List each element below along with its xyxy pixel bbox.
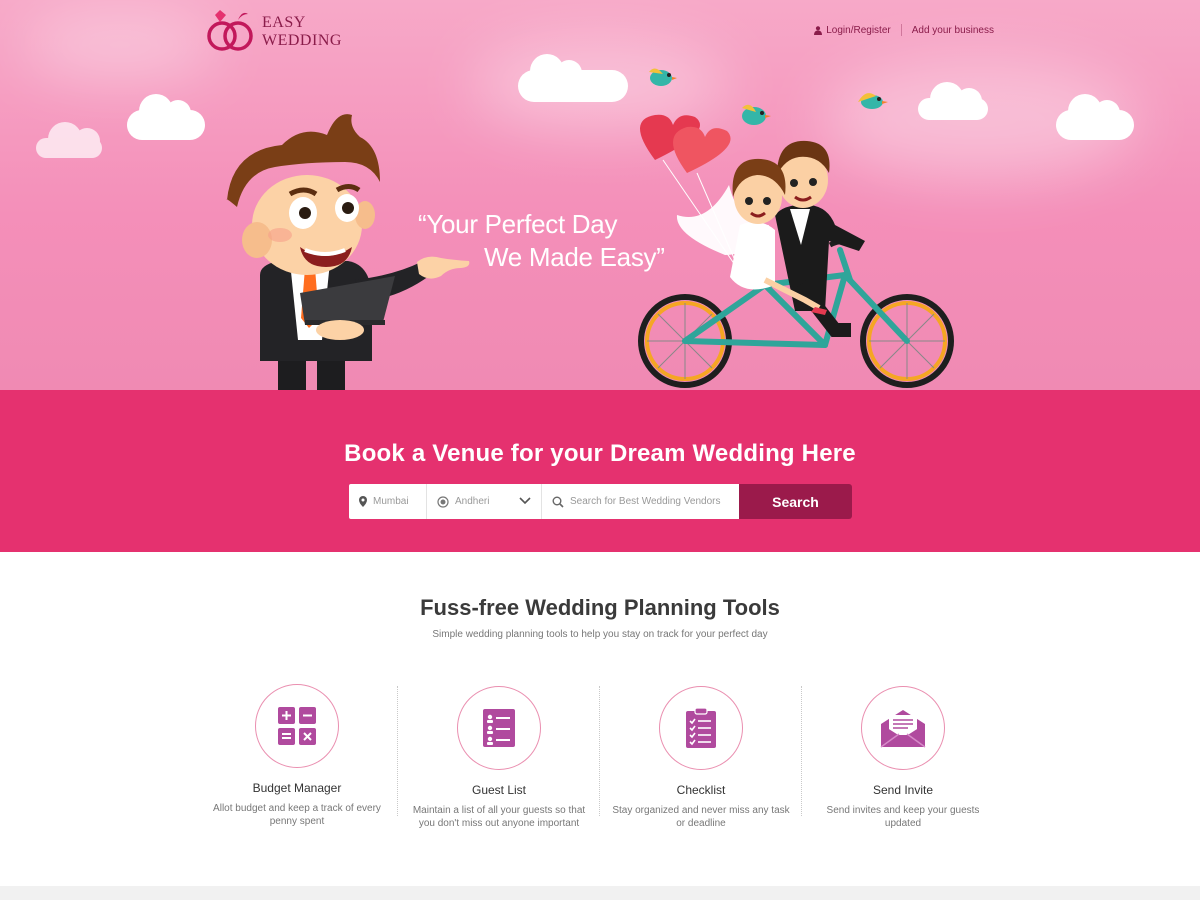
tool-checklist[interactable]: Checklist Stay organized and never miss …	[601, 686, 801, 830]
tool-name: Budget Manager	[252, 781, 342, 795]
search-icon	[552, 496, 564, 508]
login-register-link[interactable]: Login/Register	[826, 25, 890, 36]
tool-description: Allot budget and keep a track of every p…	[213, 803, 381, 827]
tool-description: Maintain a list of all your guests so th…	[412, 805, 586, 829]
tool-icon-circle[interactable]	[255, 684, 339, 768]
guest-list-icon	[483, 709, 515, 747]
venue-search-bar: Mumbai Andheri Search	[349, 484, 852, 519]
vendor-search-input[interactable]	[570, 496, 739, 507]
tool-name: Guest List	[471, 783, 527, 797]
column-divider	[801, 686, 802, 816]
tool-icon-circle[interactable]	[861, 686, 945, 770]
footer-strip	[0, 886, 1200, 900]
clipboard-checklist-icon	[686, 707, 716, 748]
couple-on-bicycle-illustration	[638, 114, 954, 388]
brand-line-2: WEDDING	[262, 32, 342, 49]
area-value: Andheri	[455, 496, 490, 507]
search-button[interactable]: Search	[739, 484, 852, 519]
tools-section-title: Fuss-free Wedding Planning Tools	[420, 595, 780, 620]
hero-banner: EASY WEDDING Login/Register Add your bus…	[0, 0, 1200, 390]
tool-icon-circle[interactable]	[659, 686, 743, 770]
column-divider	[397, 686, 398, 816]
envelope-invite-icon	[880, 710, 926, 748]
bird-icon	[649, 68, 677, 86]
brand-line-1: EASY	[262, 14, 306, 31]
tool-description: Send invites and keep your guests update…	[826, 805, 980, 829]
tool-guest-list[interactable]: Guest List Maintain a list of all your g…	[399, 686, 599, 830]
city-value: Mumbai	[373, 496, 409, 507]
tool-send-invite[interactable]: Send Invite Send invites and keep your g…	[803, 686, 1003, 830]
chevron-down-icon[interactable]	[519, 497, 531, 505]
brand-wordmark: EASY WEDDING	[262, 14, 342, 50]
cloud	[518, 54, 628, 102]
cloud	[36, 122, 102, 158]
tool-name: Checklist	[676, 783, 726, 797]
add-business-link[interactable]: Add your business	[912, 25, 994, 36]
top-nav: Login/Register Add your business	[814, 24, 994, 36]
tool-description: Stay organized and never miss any task o…	[612, 805, 790, 829]
city-field[interactable]: Mumbai	[349, 484, 427, 519]
nav-divider	[900, 24, 902, 36]
target-icon	[437, 495, 449, 508]
calculator-icon	[278, 707, 316, 745]
tool-name: Send Invite	[872, 783, 934, 797]
tools-section-subtitle: Simple wedding planning tools to help yo…	[432, 629, 768, 640]
search-heading: Book a Venue for your Dream Wedding Here	[344, 440, 856, 467]
hero-glow	[20, 10, 220, 80]
user-icon	[814, 25, 823, 35]
tool-budget-manager[interactable]: Budget Manager Allot budget and keep a t…	[197, 684, 397, 828]
tool-icon-circle[interactable]	[457, 686, 541, 770]
area-select[interactable]: Andheri	[427, 484, 542, 519]
search-band: Book a Venue for your Dream Wedding Here…	[0, 390, 1200, 552]
location-pin-icon	[359, 496, 367, 507]
cloud	[127, 94, 205, 140]
vendor-search-field[interactable]	[542, 484, 739, 519]
cloud	[1056, 94, 1134, 140]
column-divider	[599, 686, 600, 816]
